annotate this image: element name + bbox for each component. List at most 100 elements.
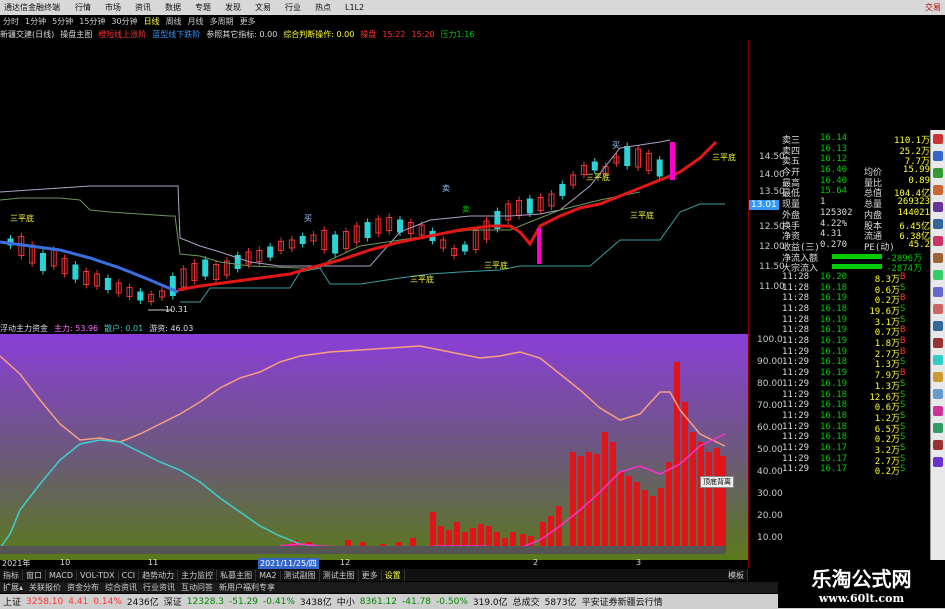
toolbar-tool-icon[interactable] — [933, 304, 943, 314]
zx-label[interactable]: 中小 — [337, 595, 355, 608]
toolbar-tool-icon[interactable] — [933, 423, 943, 433]
toolbar-tool-icon[interactable] — [933, 219, 943, 229]
indicator-name[interactable]: 操盘主图 — [60, 29, 92, 40]
toolbar-tool-icon[interactable] — [933, 134, 943, 144]
tick-time: 11:29 — [782, 442, 810, 453]
period-day[interactable]: 日线 — [141, 16, 163, 27]
menu-quotes[interactable]: 行情 — [68, 2, 98, 13]
quote-row: 卖四 16.13 25.2万 — [782, 144, 930, 157]
candle — [267, 246, 274, 258]
period-week[interactable]: 周线 — [163, 16, 185, 27]
main-force-bar — [720, 456, 726, 552]
indicator-header: 新疆交建(日线) 操盘主图 橙短线上涨阶 蓝型线下跌阶 参照其它指标: 0.00… — [0, 28, 748, 40]
tick-volume: 12.6万 — [869, 392, 900, 403]
tab-monitor[interactable]: 主力监控 — [178, 569, 218, 581]
toolbar-tool-icon[interactable] — [933, 440, 943, 450]
tab-template[interactable]: 模板 — [725, 569, 748, 581]
tick-price: 16.18 — [820, 304, 848, 314]
toolbar-tool-icon[interactable] — [933, 372, 943, 382]
sz-label[interactable]: 深证 — [164, 595, 182, 608]
tab-related[interactable]: 关联报价 — [26, 582, 64, 593]
tab-private[interactable]: 私募主图 — [217, 569, 257, 581]
sell-signal: 卖 — [462, 205, 470, 214]
tab-macd[interactable]: MACD — [46, 570, 77, 580]
right-toolbar[interactable] — [930, 130, 945, 570]
period-tick[interactable]: 分时 — [0, 16, 22, 27]
stock-name[interactable]: 新疆交建(日线) — [0, 29, 54, 40]
tick-side: S — [900, 453, 906, 464]
tab-settings[interactable]: 设置 — [382, 569, 405, 581]
annotation-three-flat: 三平底 — [630, 211, 654, 220]
tab-welfare[interactable]: 新用户福利专享 — [216, 582, 278, 593]
main-force-bar — [698, 442, 704, 552]
tab-window[interactable]: 窗口 — [23, 569, 46, 581]
tab-test-main[interactable]: 测试主图 — [320, 569, 359, 581]
toolbar-tool-icon[interactable] — [933, 185, 943, 195]
candlestick-chart[interactable] — [0, 40, 748, 323]
tick-side: B — [900, 325, 906, 336]
tab-test-sub[interactable]: 测试副图 — [281, 569, 320, 581]
toolbar-tool-icon[interactable] — [933, 151, 943, 161]
capital-flow-chart[interactable] — [0, 334, 748, 560]
tab-indicator[interactable]: 指标 — [0, 569, 23, 581]
period-more[interactable]: 更多 — [237, 16, 259, 27]
date-tick: 3 — [636, 558, 642, 567]
toolbar-tool-icon[interactable] — [933, 389, 943, 399]
menu-market[interactable]: 市场 — [98, 2, 128, 13]
menu-industry[interactable]: 行业 — [278, 2, 308, 13]
tab-ma2[interactable]: MA2 — [256, 570, 281, 580]
menu-l1l2[interactable]: L1L2 — [338, 3, 371, 12]
candle — [332, 234, 339, 254]
tab-more[interactable]: 更多 — [359, 569, 382, 581]
tick-rows: 11:28 16.20 8.3万 B 11:28 16.18 0.6万 S 11:28 16.… — [782, 272, 930, 477]
menu-wenyi[interactable]: 文易 — [248, 2, 278, 13]
period-15min[interactable]: 15分钟 — [76, 16, 108, 27]
toolbar-tool-icon[interactable] — [933, 270, 943, 280]
tab-qa[interactable]: 互动问答 — [178, 582, 216, 593]
quote-label: 换手 — [782, 221, 801, 232]
period-5min[interactable]: 5分钟 — [49, 16, 76, 27]
period-month[interactable]: 月线 — [185, 16, 207, 27]
sub-chart-header: 浮动主力资金 主力: 53.96 散户: 0.01 游资: 46.03 — [0, 323, 748, 334]
toolbar-tool-icon[interactable] — [933, 355, 943, 365]
menu-data[interactable]: 数据 — [158, 2, 188, 13]
period-multi[interactable]: 多周期 — [207, 16, 237, 27]
sh-label[interactable]: 上证 — [3, 595, 21, 608]
trade-button[interactable]: 交易 — [925, 2, 945, 13]
tab-capital[interactable]: 资金分布 — [64, 582, 102, 593]
toolbar-tool-icon[interactable] — [933, 202, 943, 212]
menu-hot[interactable]: 热点 — [308, 2, 338, 13]
pink-signal-bar-2 — [537, 228, 541, 264]
toolbar-tool-icon[interactable] — [933, 457, 943, 467]
tick-time: 11:29 — [782, 400, 810, 411]
toolbar-tool-icon[interactable] — [933, 253, 943, 263]
toolbar-tool-icon[interactable] — [933, 321, 943, 331]
flow-label: 大宗流入 — [782, 264, 819, 275]
period-30min[interactable]: 30分钟 — [108, 16, 140, 27]
main-force-bar — [578, 456, 584, 552]
sub-indicator-name[interactable]: 浮动主力资金 — [0, 323, 48, 334]
tab-vol[interactable]: VOL-TDX — [77, 570, 119, 580]
tab-cci[interactable]: CCI — [119, 570, 140, 580]
toolbar-tool-icon[interactable] — [933, 338, 943, 348]
period-1min[interactable]: 1分钟 — [22, 16, 49, 27]
toolbar-tool-icon[interactable] — [933, 236, 943, 246]
tab-extend[interactable]: 扩展▴ — [0, 582, 26, 593]
main-force-bar — [650, 496, 656, 552]
tab-industry-news[interactable]: 行业资讯 — [140, 582, 178, 593]
toolbar-tool-icon[interactable] — [933, 406, 943, 416]
zx-index: 8361.12 — [359, 596, 398, 607]
date-tick: 2021年 — [2, 559, 31, 568]
tab-trend[interactable]: 趋势动力 — [139, 569, 179, 581]
tick-time: 11:28 — [782, 314, 810, 325]
tick-row: 11:29 16.18 0.6万 S — [782, 400, 930, 413]
quote-label: 卖三 — [782, 136, 801, 146]
tick-row: 11:29 16.19 1.3万 S — [782, 379, 930, 392]
quote-value-2: 45.2 — [908, 239, 930, 250]
tab-news[interactable]: 综合资讯 — [102, 582, 140, 593]
menu-news[interactable]: 资讯 — [128, 2, 158, 13]
menu-topic[interactable]: 专题 — [188, 2, 218, 13]
toolbar-tool-icon[interactable] — [933, 287, 943, 297]
menu-discover[interactable]: 发现 — [218, 2, 248, 13]
toolbar-tool-icon[interactable] — [933, 168, 943, 178]
